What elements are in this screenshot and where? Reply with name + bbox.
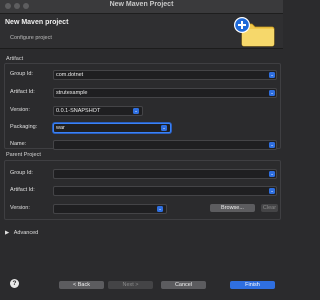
parent-version-label: Version: — [10, 205, 30, 211]
wizard-title: New Maven project — [5, 19, 69, 26]
artifact-id-combo[interactable]: strutexample — [53, 88, 277, 98]
parent-artifact-id-combo[interactable] — [53, 186, 277, 196]
group-id-dropdown-icon[interactable]: ⌄ — [269, 72, 275, 78]
name-dropdown-icon[interactable]: ⌄ — [269, 142, 275, 148]
parent-group-id-combo[interactable] — [53, 169, 277, 179]
next-button[interactable]: Next > — [108, 281, 153, 289]
name-label: Name: — [10, 141, 27, 147]
packaging-value: war — [56, 125, 65, 131]
artifact-group-label: Artifact — [6, 56, 24, 62]
packaging-label: Packaging: — [10, 124, 38, 130]
version-label: Version: — [10, 107, 30, 113]
parent-group-label: Parent Project — [6, 152, 41, 158]
artifact-id-value: strutexample — [56, 90, 88, 96]
window-title: New Maven Project — [109, 1, 174, 8]
parent-group-id-dropdown-icon[interactable]: ⌄ — [269, 171, 275, 177]
packaging-select[interactable]: war — [53, 123, 171, 133]
window-titlebar: New Maven Project — [0, 0, 283, 14]
name-combo[interactable] — [53, 140, 277, 150]
finish-button[interactable]: Finish — [230, 281, 275, 289]
parent-version-dropdown-icon[interactable]: ⌄ — [157, 206, 163, 212]
wizard-subtitle: Configure project — [10, 35, 52, 41]
browse-button[interactable]: Browse... — [210, 204, 255, 212]
version-value: 0.0.1-SNAPSHOT — [56, 108, 101, 114]
version-combo[interactable]: 0.0.1-SNAPSHOT — [53, 106, 143, 116]
back-button[interactable]: < Back — [59, 281, 104, 289]
parent-group-id-label: Group Id: — [10, 170, 33, 176]
help-icon[interactable]: ? — [10, 279, 19, 288]
group-id-combo[interactable]: com.dotnet — [53, 70, 277, 80]
artifact-id-dropdown-icon[interactable]: ⌄ — [269, 90, 275, 96]
clear-button[interactable]: Clear — [261, 204, 278, 212]
expand-arrow-icon: ▶ — [5, 230, 10, 236]
packaging-dropdown-icon[interactable]: ⌄ — [161, 125, 167, 131]
maven-new-project-icon — [234, 17, 275, 47]
advanced-toggle[interactable]: ▶ Advanced — [5, 230, 38, 236]
parent-artifact-id-dropdown-icon[interactable]: ⌄ — [269, 188, 275, 194]
parent-version-combo[interactable] — [53, 204, 167, 214]
cancel-button[interactable]: Cancel — [161, 281, 206, 289]
parent-artifact-id-label: Artifact Id: — [10, 187, 35, 193]
version-dropdown-icon[interactable]: ⌄ — [133, 108, 139, 114]
advanced-label: Advanced — [13, 230, 39, 236]
group-id-label: Group Id: — [10, 71, 33, 77]
artifact-id-label: Artifact Id: — [10, 89, 35, 95]
group-id-value: com.dotnet — [56, 72, 84, 78]
